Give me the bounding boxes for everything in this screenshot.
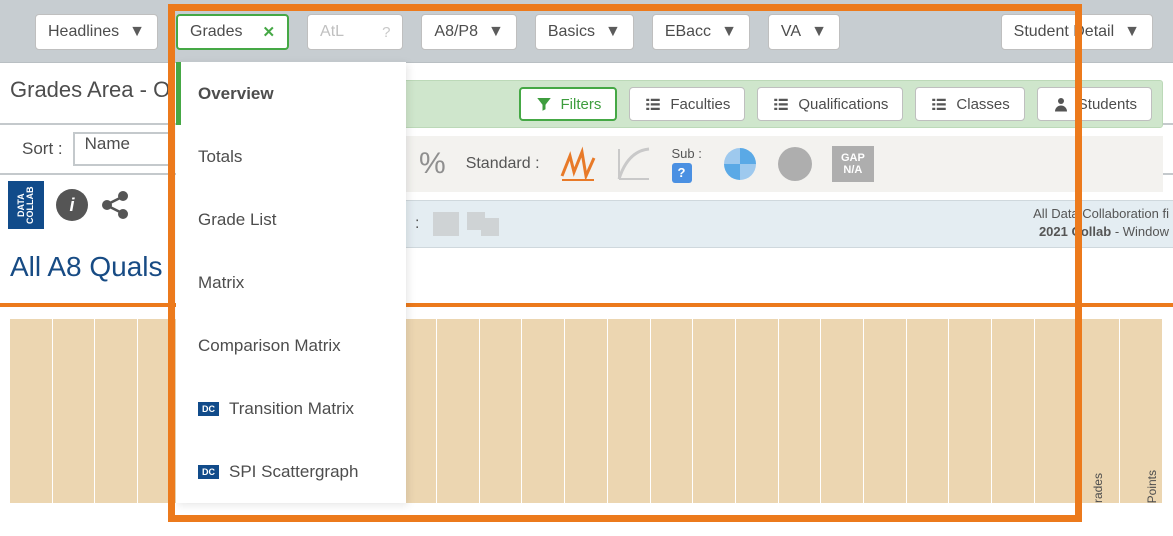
tab-va[interactable]: VA ▼ bbox=[768, 14, 840, 50]
chevron-down-icon: ▼ bbox=[488, 23, 504, 41]
compare-bar: : All Data Collaboration fi 2021 Collab … bbox=[405, 200, 1173, 248]
chevron-down-icon: ▼ bbox=[129, 23, 145, 41]
button-label: Filters bbox=[561, 96, 602, 113]
item-label: Totals bbox=[198, 147, 242, 167]
tab-label: EBacc bbox=[665, 23, 711, 41]
item-label: SPI Scattergraph bbox=[229, 462, 358, 482]
tab-grades[interactable]: Grades ✕ bbox=[176, 14, 289, 50]
dataset-info-suffix: - Window bbox=[1111, 224, 1169, 239]
chevron-down-icon: ▼ bbox=[605, 23, 621, 41]
circle-icon[interactable] bbox=[778, 147, 812, 181]
help-icon[interactable]: ? bbox=[672, 163, 692, 183]
item-label: Grade List bbox=[198, 210, 276, 230]
tab-basics[interactable]: Basics ▼ bbox=[535, 14, 634, 50]
dataset-info-line1: All Data Collaboration fi bbox=[1033, 205, 1169, 223]
tab-label: VA bbox=[781, 23, 801, 41]
dc-badge-icon: DC bbox=[198, 465, 219, 479]
dropdown-item-overview[interactable]: Overview bbox=[176, 62, 406, 125]
item-label: Matrix bbox=[198, 273, 244, 293]
person-icon bbox=[1052, 95, 1070, 113]
button-label: Faculties bbox=[670, 96, 730, 113]
list-icon bbox=[930, 95, 948, 113]
sub-block: Sub : ? bbox=[672, 146, 702, 183]
tab-atl[interactable]: AtL ? bbox=[307, 14, 403, 50]
item-label: Transition Matrix bbox=[229, 399, 354, 419]
percent-icon[interactable]: % bbox=[419, 147, 446, 181]
chevron-down-icon: ▼ bbox=[1124, 23, 1140, 41]
dropdown-item-comparison-matrix[interactable]: Comparison Matrix bbox=[176, 314, 406, 377]
info-icon[interactable]: i bbox=[56, 189, 88, 221]
tab-label: A8/P8 bbox=[434, 23, 478, 41]
dataset-info-name: 2021 Collab bbox=[1039, 224, 1111, 239]
chevron-down-icon: ▼ bbox=[721, 23, 737, 41]
button-label: Classes bbox=[956, 96, 1009, 113]
dropdown-item-totals[interactable]: Totals bbox=[176, 125, 406, 188]
dropdown-item-transition-matrix[interactable]: DC Transition Matrix bbox=[176, 377, 406, 440]
item-label: Overview bbox=[198, 84, 274, 104]
tab-label: Student Detail bbox=[1014, 23, 1115, 41]
gap-label-1: GAP bbox=[841, 152, 865, 164]
dropdown-item-spi-scattergraph[interactable]: DC SPI Scattergraph bbox=[176, 440, 406, 503]
tab-label: Headlines bbox=[48, 23, 119, 41]
axis-label-grades: rades bbox=[1091, 473, 1105, 503]
close-icon[interactable]: ✕ bbox=[262, 23, 275, 41]
tab-label: AtL bbox=[320, 23, 344, 41]
sort-select[interactable]: Name bbox=[73, 132, 172, 166]
tab-headlines[interactable]: Headlines ▼ bbox=[35, 14, 158, 50]
axis-label-points: Points bbox=[1145, 470, 1159, 503]
sort-value: Name bbox=[85, 134, 130, 153]
faculties-button[interactable]: Faculties bbox=[629, 87, 745, 121]
tab-label: Basics bbox=[548, 23, 595, 41]
compare-slot-2[interactable] bbox=[467, 212, 499, 236]
filter-icon bbox=[535, 95, 553, 113]
gap-label-2: N/A bbox=[843, 164, 862, 176]
dc-badge-icon: DC bbox=[198, 402, 219, 416]
tab-a8p8[interactable]: A8/P8 ▼ bbox=[421, 14, 516, 50]
button-label: Students bbox=[1078, 96, 1137, 113]
sub-label: Sub : bbox=[672, 146, 702, 161]
pie-chart-icon[interactable] bbox=[722, 146, 758, 182]
dataset-info: All Data Collaboration fi 2021 Collab - … bbox=[1033, 205, 1173, 240]
item-label: Comparison Matrix bbox=[198, 336, 341, 356]
colon-label: : bbox=[415, 215, 419, 233]
chevron-down-icon: ▼ bbox=[811, 23, 827, 41]
tab-label: Grades bbox=[190, 23, 242, 41]
tab-student-detail[interactable]: Student Detail ▼ bbox=[1001, 14, 1153, 50]
curve-chart-icon[interactable] bbox=[616, 146, 652, 182]
main-tab-bar: Headlines ▼ Grades ✕ AtL ? A8/P8 ▼ Basic… bbox=[0, 0, 1173, 63]
dropdown-item-matrix[interactable]: Matrix bbox=[176, 251, 406, 314]
classes-button[interactable]: Classes bbox=[915, 87, 1024, 121]
help-icon: ? bbox=[382, 24, 390, 41]
list-icon bbox=[772, 95, 790, 113]
button-label: Qualifications bbox=[798, 96, 888, 113]
line-chart-icon[interactable] bbox=[560, 146, 596, 182]
students-button[interactable]: Students bbox=[1037, 87, 1152, 121]
data-collab-badge[interactable]: DATA COLLAB bbox=[8, 181, 44, 229]
compare-slot-1[interactable] bbox=[433, 212, 459, 236]
standard-label: Standard : bbox=[466, 155, 540, 173]
tab-ebacc[interactable]: EBacc ▼ bbox=[652, 14, 750, 50]
grades-dropdown: Overview Totals Grade List Matrix Compar… bbox=[176, 62, 406, 503]
chart-toolbar: % Standard : Sub : ? GAP N/A bbox=[405, 136, 1163, 192]
qualifications-button[interactable]: Qualifications bbox=[757, 87, 903, 121]
gap-button[interactable]: GAP N/A bbox=[832, 146, 874, 182]
share-icon[interactable] bbox=[100, 189, 132, 221]
list-icon bbox=[644, 95, 662, 113]
sort-label: Sort : bbox=[22, 139, 63, 159]
filters-button[interactable]: Filters bbox=[519, 87, 618, 121]
dropdown-item-grade-list[interactable]: Grade List bbox=[176, 188, 406, 251]
